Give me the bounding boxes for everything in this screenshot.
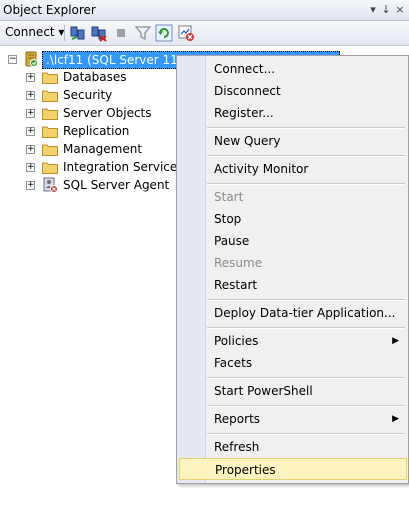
menu-item-properties[interactable]: Properties [179, 458, 407, 480]
menu-separator [207, 405, 405, 407]
menu-item-label: Connect... [214, 62, 276, 76]
expand-icon[interactable]: + [26, 163, 35, 172]
tree-node-server-objects[interactable]: + Server Objects [0, 104, 180, 122]
tree-node-security[interactable]: + Security [0, 86, 180, 104]
tree-node-databases[interactable]: + Databases [0, 68, 180, 86]
folder-icon [42, 90, 58, 102]
menu-item-label: Register... [214, 106, 274, 120]
connect-dropdown-button[interactable]: Connect ▾ [5, 25, 64, 39]
menu-item-start-powershell[interactable]: Start PowerShell [179, 380, 407, 402]
tree-node-label: SQL Server Agent [63, 178, 170, 192]
expand-icon[interactable]: + [26, 181, 35, 190]
menu-item-label: Start PowerShell [214, 384, 313, 398]
tree-node-label: Integration Services [63, 160, 184, 174]
menu-item-label: Disconnect [214, 84, 281, 98]
menu-item-label: Restart [214, 278, 258, 292]
filter-icon[interactable] [134, 24, 152, 42]
menu-item-label: Resume [214, 256, 263, 270]
menu-item-pause[interactable]: Pause [179, 230, 407, 252]
menu-item-stop[interactable]: Stop [179, 208, 407, 230]
tree-node-label: Replication [63, 124, 130, 138]
folder-icon [42, 108, 58, 120]
tree-node-management[interactable]: + Management [0, 140, 180, 158]
menu-separator [207, 377, 405, 379]
menu-item-deploy-data-tier[interactable]: Deploy Data-tier Application... [179, 302, 407, 324]
auto-hide-pin-icon[interactable]: ↓ [379, 2, 393, 17]
refresh-icon[interactable] [155, 24, 173, 42]
menu-item-connect[interactable]: Connect... [179, 58, 407, 80]
submenu-arrow-icon: ▶ [392, 336, 399, 346]
object-explorer-titlebar: Object Explorer ▾ ↓ × [0, 0, 409, 21]
toolbar-separator [64, 25, 65, 41]
object-explorer-toolbar: Connect ▾ [0, 21, 409, 46]
submenu-arrow-icon: ▶ [392, 414, 399, 424]
menu-item-resume: Resume [179, 252, 407, 274]
menu-item-label: Pause [214, 234, 250, 248]
menu-item-new-query[interactable]: New Query [179, 130, 407, 152]
tree-node-label: Databases [63, 70, 127, 84]
menu-separator [207, 127, 405, 129]
menu-item-start: Start [179, 186, 407, 208]
tree-node-sql-server-agent[interactable]: + SQL Server Agent [0, 176, 180, 194]
menu-item-label: New Query [214, 134, 281, 148]
menu-item-restart[interactable]: Restart [179, 274, 407, 296]
connect-object-explorer-icon[interactable] [69, 24, 87, 42]
tree-node-integration-services[interactable]: + Integration Services [0, 158, 184, 176]
menu-item-label: Reports [214, 412, 261, 426]
collapse-icon[interactable]: − [8, 55, 17, 64]
menu-item-refresh[interactable]: Refresh [179, 436, 407, 458]
tree-node-label: Management [63, 142, 143, 156]
menu-item-policies[interactable]: Policies ▶ [179, 330, 407, 352]
menu-item-label: Stop [214, 212, 242, 226]
tree-node-replication[interactable]: + Replication [0, 122, 180, 140]
disconnect-icon[interactable] [90, 24, 108, 42]
menu-item-facets[interactable]: Facets [179, 352, 407, 374]
menu-item-label: Properties [215, 463, 276, 477]
menu-item-register[interactable]: Register... [179, 102, 407, 124]
menu-separator [207, 327, 405, 329]
expand-icon[interactable]: + [26, 109, 35, 118]
expand-icon[interactable]: + [26, 73, 35, 82]
expand-icon[interactable]: + [26, 145, 35, 154]
menu-item-label: Policies [214, 334, 259, 348]
tree-node-label: Server Objects [63, 106, 152, 120]
menu-item-reports[interactable]: Reports ▶ [179, 408, 407, 430]
menu-item-label: Facets [214, 356, 253, 370]
panel-title: Object Explorer [3, 3, 96, 17]
sql-agent-icon [43, 177, 58, 193]
window-position-menu-icon[interactable]: ▾ [366, 2, 380, 17]
menu-item-label: Deploy Data-tier Application... [214, 306, 396, 320]
stop-icon[interactable] [112, 24, 130, 42]
menu-item-label: Activity Monitor [214, 162, 309, 176]
menu-item-activity-monitor[interactable]: Activity Monitor [179, 158, 407, 180]
expand-icon[interactable]: + [26, 127, 35, 136]
tree-node-label: Security [63, 88, 113, 102]
folder-icon [42, 144, 58, 156]
menu-separator [207, 299, 405, 301]
menu-item-disconnect[interactable]: Disconnect [179, 80, 407, 102]
folder-icon [42, 126, 58, 138]
server-icon [25, 51, 38, 67]
activity-monitor-icon[interactable] [177, 24, 195, 42]
menu-separator [207, 433, 405, 435]
folder-icon [42, 72, 58, 84]
server-context-menu: Connect... Disconnect Register... New Qu… [176, 55, 409, 484]
menu-separator [207, 183, 405, 185]
close-icon[interactable]: × [393, 2, 407, 17]
expand-icon[interactable]: + [26, 91, 35, 100]
folder-icon [42, 162, 58, 174]
menu-item-label: Start [214, 190, 244, 204]
menu-item-label: Refresh [214, 440, 260, 454]
menu-separator [207, 155, 405, 157]
